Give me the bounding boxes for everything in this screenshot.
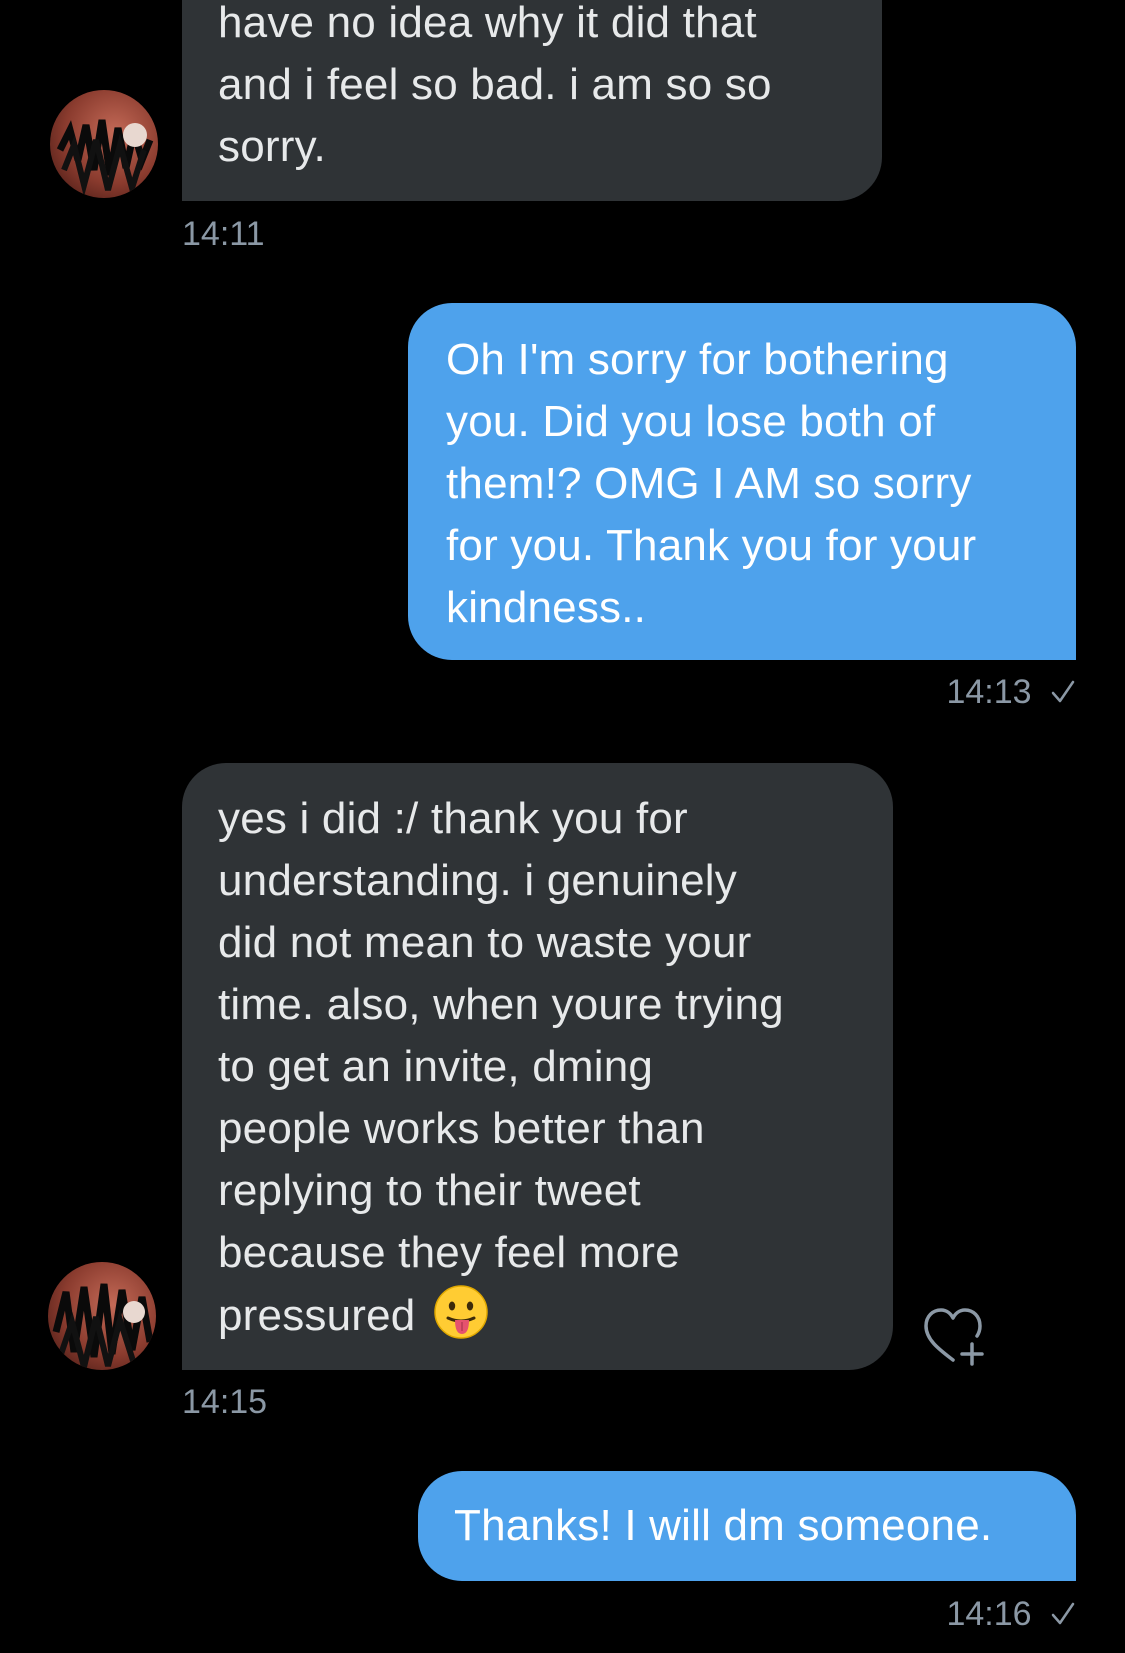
contact-avatar[interactable]: [50, 90, 158, 198]
face-with-tongue-emoji: [434, 1285, 489, 1339]
avatar-scribble-icon: [56, 119, 154, 198]
message-text-line: them!? OMG I AM so sorry: [446, 459, 972, 508]
checkmark-icon: [1051, 1602, 1075, 1625]
message-text-line: replying to their tweet: [218, 1166, 641, 1215]
message-timestamp: 14:13: [946, 672, 1075, 712]
timestamp-text: 14:16: [946, 1595, 1032, 1633]
incoming-message-bubble[interactable]: yes i did :/ thank you for understanding…: [182, 763, 893, 1370]
outgoing-message-bubble[interactable]: Oh I'm sorry for bothering you. Did you …: [408, 303, 1076, 660]
message-text-line: sorry.: [218, 122, 326, 171]
message-text-line: understanding. i genuinely: [218, 856, 737, 905]
message-text-line: people works better than: [218, 1104, 705, 1153]
message-text-fragment: pressured: [218, 1291, 416, 1340]
avatar-scribble-icon: [52, 1283, 154, 1368]
message-text-line: Thanks! I will dm someone.: [454, 1501, 993, 1550]
message-text-line: and i feel so bad. i am so so: [218, 60, 772, 109]
message-timestamp: 14:16: [946, 1594, 1075, 1634]
message-text-line: did not mean to waste your: [218, 918, 752, 967]
message-timestamp: 14:15: [182, 1383, 268, 1421]
message-text-line: pressured: [218, 1284, 893, 1347]
message-text-line: yes i did :/ thank you for: [218, 794, 688, 843]
message-text-line: have no idea why it did that: [218, 0, 757, 47]
message-text-line: to get an invite, dming: [218, 1042, 654, 1091]
message-text-line: because they feel more: [218, 1228, 680, 1277]
contact-avatar[interactable]: [48, 1262, 156, 1370]
message-text-line: kindness..: [446, 583, 647, 632]
message-timestamp: 14:11: [182, 215, 265, 253]
incoming-message-bubble[interactable]: have no idea why it did that and i feel …: [182, 0, 882, 201]
message-text-line: time. also, when youre trying: [218, 980, 784, 1029]
message-text-line: for you. Thank you for your: [446, 521, 977, 570]
timestamp-text: 14:13: [946, 673, 1032, 711]
heart-plus-icon[interactable]: [920, 1302, 990, 1368]
message-text-line: Oh I'm sorry for bothering: [446, 335, 949, 384]
message-text-line: you. Did you lose both of: [446, 397, 936, 446]
checkmark-icon: [1051, 680, 1075, 703]
outgoing-message-bubble[interactable]: Thanks! I will dm someone.: [418, 1471, 1076, 1581]
